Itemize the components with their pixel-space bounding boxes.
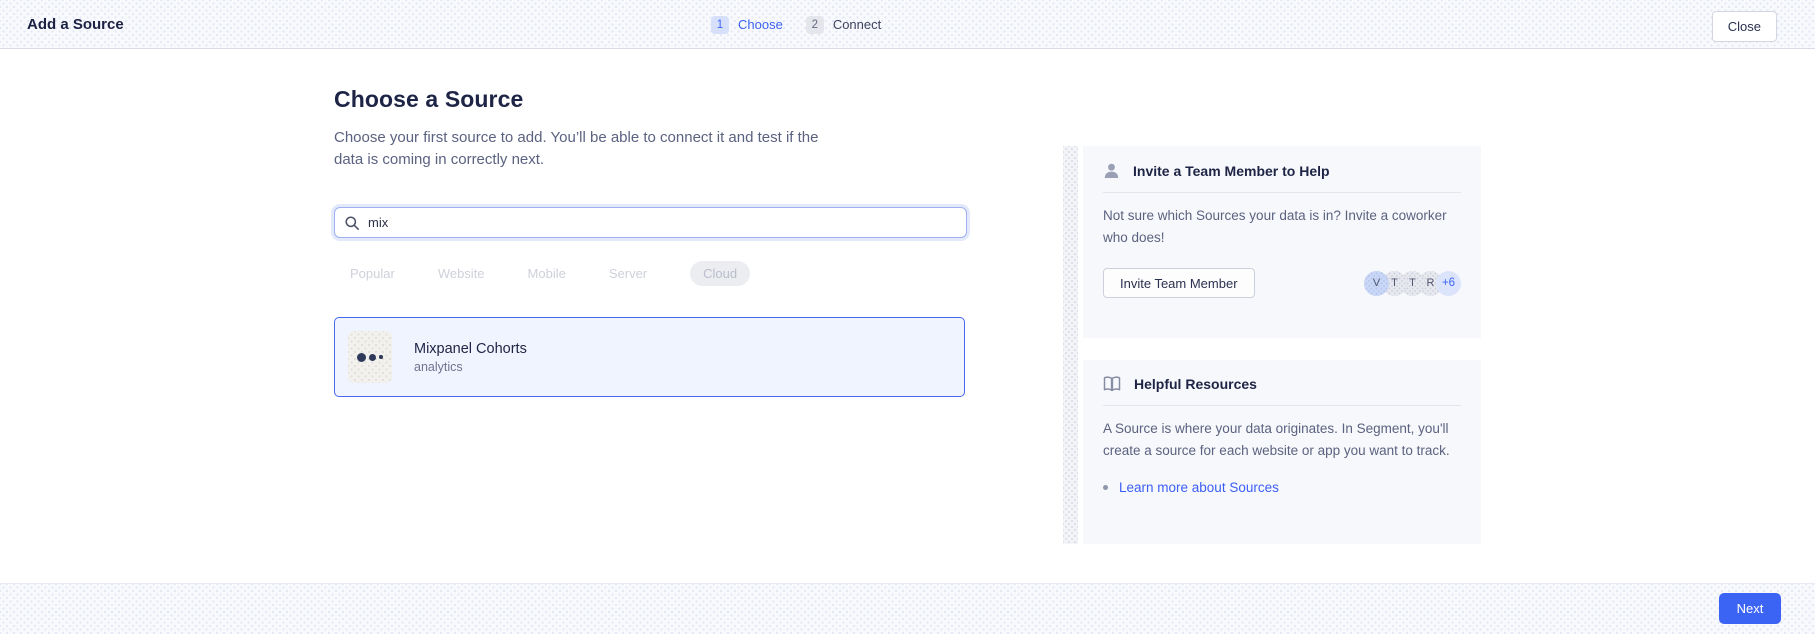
person-icon xyxy=(1103,162,1120,179)
resources-card-title: Helpful Resources xyxy=(1134,376,1257,392)
tab-popular[interactable]: Popular xyxy=(350,261,395,286)
footer-bar: Next xyxy=(0,583,1815,634)
team-avatar-stack: V T T R +6 xyxy=(1364,271,1461,296)
book-icon xyxy=(1103,376,1121,392)
tab-website[interactable]: Website xyxy=(438,261,485,286)
helpful-resources-card: Helpful Resources A Source is where your… xyxy=(1083,360,1481,544)
source-category: analytics xyxy=(414,360,527,374)
search-input-value: mix xyxy=(368,215,388,230)
page-title: Choose a Source xyxy=(334,86,967,113)
tab-cloud[interactable]: Cloud xyxy=(690,261,750,286)
page-description: Choose your first source to add. You’ll … xyxy=(334,127,842,170)
window-title: Add a Source xyxy=(27,0,124,49)
source-name: Mixpanel Cohorts xyxy=(414,341,527,357)
step-connect[interactable]: 2 Connect xyxy=(806,16,881,34)
mixpanel-dots-logo-icon xyxy=(348,331,392,383)
divider xyxy=(1103,405,1461,406)
resources-card-header: Helpful Resources xyxy=(1103,360,1461,392)
invite-card-header: Invite a Team Member to Help xyxy=(1103,146,1461,179)
step-2-label: Connect xyxy=(833,17,881,32)
category-filter-tabs: Popular Website Mobile Server Cloud xyxy=(350,261,967,286)
invite-actions-row: Invite Team Member V T T R +6 xyxy=(1103,268,1461,298)
next-button[interactable]: Next xyxy=(1719,593,1781,624)
step-1-badge: 1 xyxy=(711,16,729,34)
wizard-stepper: 1 Choose 2 Connect xyxy=(711,0,881,49)
main-content: Choose a Source Choose your first source… xyxy=(0,50,1815,583)
invite-card-title: Invite a Team Member to Help xyxy=(1133,163,1330,179)
resource-links-list: Learn more about Sources xyxy=(1103,480,1461,495)
source-search-input[interactable]: mix xyxy=(334,207,967,238)
divider xyxy=(1103,192,1461,193)
avatar-overflow-badge: +6 xyxy=(1436,271,1461,296)
result-text: Mixpanel Cohorts analytics xyxy=(414,341,527,374)
tab-mobile[interactable]: Mobile xyxy=(528,261,566,286)
step-1-label: Choose xyxy=(738,17,783,32)
avatar: V xyxy=(1364,271,1389,296)
bullet-icon xyxy=(1103,485,1108,490)
top-bar: Add a Source 1 Choose 2 Connect Close xyxy=(0,0,1815,49)
invite-team-member-button[interactable]: Invite Team Member xyxy=(1103,268,1255,298)
invite-card-body: Not sure which Sources your data is in? … xyxy=(1103,205,1461,249)
tab-server[interactable]: Server xyxy=(609,261,647,286)
source-chooser-column: Choose a Source Choose your first source… xyxy=(334,50,967,397)
step-choose[interactable]: 1 Choose xyxy=(711,16,783,34)
list-item: Learn more about Sources xyxy=(1103,480,1461,495)
invite-team-member-card: Invite a Team Member to Help Not sure wh… xyxy=(1083,146,1481,338)
close-button[interactable]: Close xyxy=(1712,11,1777,42)
source-result-mixpanel-cohorts[interactable]: Mixpanel Cohorts analytics xyxy=(334,317,965,397)
learn-more-sources-link[interactable]: Learn more about Sources xyxy=(1119,480,1279,495)
step-2-badge: 2 xyxy=(806,16,824,34)
resources-card-body: A Source is where your data originates. … xyxy=(1103,418,1461,462)
sidebar-divider-strip xyxy=(1063,146,1078,544)
search-icon xyxy=(345,216,359,230)
